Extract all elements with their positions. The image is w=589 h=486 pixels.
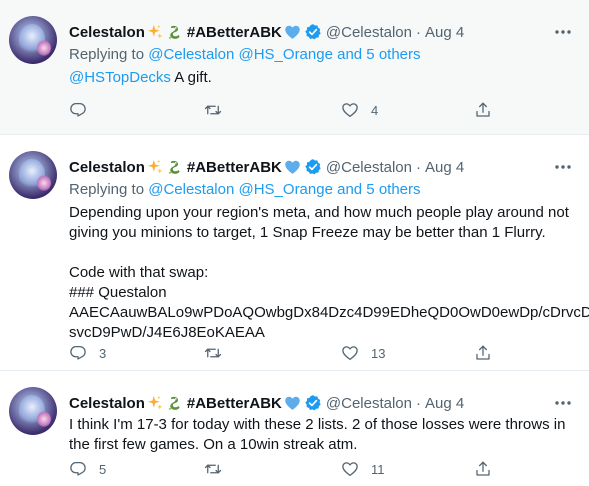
sparkles-emoji-icon	[147, 159, 164, 176]
retweet-button[interactable]	[204, 100, 234, 120]
user-handle[interactable]: @Celestalon	[326, 24, 412, 41]
tweet[interactable]: Celestalon #ABetterABK @Celestalon · Aug…	[0, 0, 589, 134]
display-name[interactable]: Celestalon	[69, 24, 145, 41]
like-count: 4	[371, 102, 379, 118]
replying-to: Replying to @Celestalon @HS_Orange and 5…	[69, 46, 421, 63]
reply-icon	[69, 101, 87, 119]
more-icon[interactable]	[553, 22, 573, 42]
tweet-actions: 4	[69, 100, 499, 120]
tweet-header: Celestalon #ABetterABK @Celestalon · Aug…	[69, 157, 575, 177]
replying-to-label: Replying to	[69, 46, 145, 63]
more-icon[interactable]	[553, 157, 573, 177]
user-handle[interactable]: @Celestalon	[326, 159, 412, 176]
share-icon	[474, 101, 492, 119]
reply-icon	[69, 460, 87, 478]
retweet-button[interactable]	[204, 459, 234, 479]
display-name[interactable]: Celestalon	[69, 395, 145, 412]
like-icon	[341, 460, 359, 478]
replying-to-others-link[interactable]: and 5 others	[337, 181, 420, 198]
sparkles-emoji-icon	[147, 395, 164, 412]
tweet-text: Depending upon your region's meta, and h…	[69, 204, 589, 341]
tweet[interactable]: Celestalon #ABetterABK @Celestalon · Aug…	[0, 134, 589, 370]
blue-heart-emoji-icon	[284, 159, 301, 176]
tweet-date[interactable]: Aug 4	[425, 24, 464, 41]
tweet-text: @HSTopDecks A gift.	[69, 68, 575, 88]
like-count: 11	[371, 461, 385, 477]
replying-to-users-link[interactable]: @Celestalon @HS_Orange	[148, 181, 333, 198]
retweet-icon	[204, 101, 222, 119]
replying-to-users-link[interactable]: @Celestalon @HS_Orange	[148, 46, 333, 63]
tweet-date[interactable]: Aug 4	[425, 159, 464, 176]
like-count: 13	[371, 345, 386, 361]
like-icon	[341, 101, 359, 119]
display-name-hashtag: #ABetterABK	[186, 23, 282, 41]
tweet-actions: 5 11	[69, 459, 499, 479]
verified-icon	[304, 394, 322, 412]
more-icon[interactable]	[553, 393, 573, 413]
tweet-text-content: A gift.	[170, 69, 212, 86]
separator-dot: ·	[416, 158, 421, 176]
avatar[interactable]	[9, 151, 57, 199]
share-icon	[474, 344, 492, 362]
like-icon	[341, 344, 359, 362]
share-button[interactable]	[474, 343, 492, 363]
share-button[interactable]	[474, 459, 492, 479]
like-button[interactable]: 11	[341, 459, 385, 479]
verified-icon	[304, 158, 322, 176]
like-button[interactable]: 4	[341, 100, 378, 120]
tweet[interactable]: Celestalon #ABetterABK @Celestalon · Aug…	[0, 370, 589, 486]
tweet-actions: 3 13	[69, 343, 499, 363]
reply-button[interactable]	[69, 100, 99, 120]
tweet-text: I think I'm 17-3 for today with these 2 …	[69, 416, 566, 453]
retweet-icon	[204, 460, 222, 478]
tweet-header: Celestalon #ABetterABK @Celestalon · Aug…	[69, 393, 575, 413]
avatar[interactable]	[9, 387, 57, 435]
reply-button[interactable]: 3	[69, 343, 106, 363]
dragon-emoji-icon	[166, 159, 183, 176]
retweet-icon	[204, 344, 222, 362]
share-button[interactable]	[474, 100, 492, 120]
mention-link[interactable]: @HSTopDecks	[69, 69, 171, 86]
retweet-button[interactable]	[204, 343, 234, 363]
like-button[interactable]: 13	[341, 343, 385, 363]
separator-dot: ·	[416, 23, 421, 41]
sparkles-emoji-icon	[147, 24, 164, 41]
tweet-date[interactable]: Aug 4	[425, 395, 464, 412]
blue-heart-emoji-icon	[284, 24, 301, 41]
replying-to-label: Replying to	[69, 181, 145, 198]
reply-button[interactable]: 5	[69, 459, 106, 479]
display-name-hashtag: #ABetterABK	[186, 158, 282, 176]
reply-count: 3	[99, 345, 107, 361]
display-name[interactable]: Celestalon	[69, 159, 145, 176]
avatar[interactable]	[9, 16, 57, 64]
user-handle[interactable]: @Celestalon	[326, 395, 412, 412]
blue-heart-emoji-icon	[284, 395, 301, 412]
replying-to-others-link[interactable]: and 5 others	[337, 46, 420, 63]
display-name-hashtag: #ABetterABK	[186, 394, 282, 412]
replying-to: Replying to @Celestalon @HS_Orange and 5…	[69, 181, 421, 198]
reply-icon	[69, 344, 87, 362]
dragon-emoji-icon	[166, 395, 183, 412]
reply-count: 5	[99, 461, 107, 477]
tweet-header: Celestalon #ABetterABK @Celestalon · Aug…	[69, 22, 575, 42]
verified-icon	[304, 23, 322, 41]
dragon-emoji-icon	[166, 24, 183, 41]
separator-dot: ·	[416, 394, 421, 412]
share-icon	[474, 460, 492, 478]
